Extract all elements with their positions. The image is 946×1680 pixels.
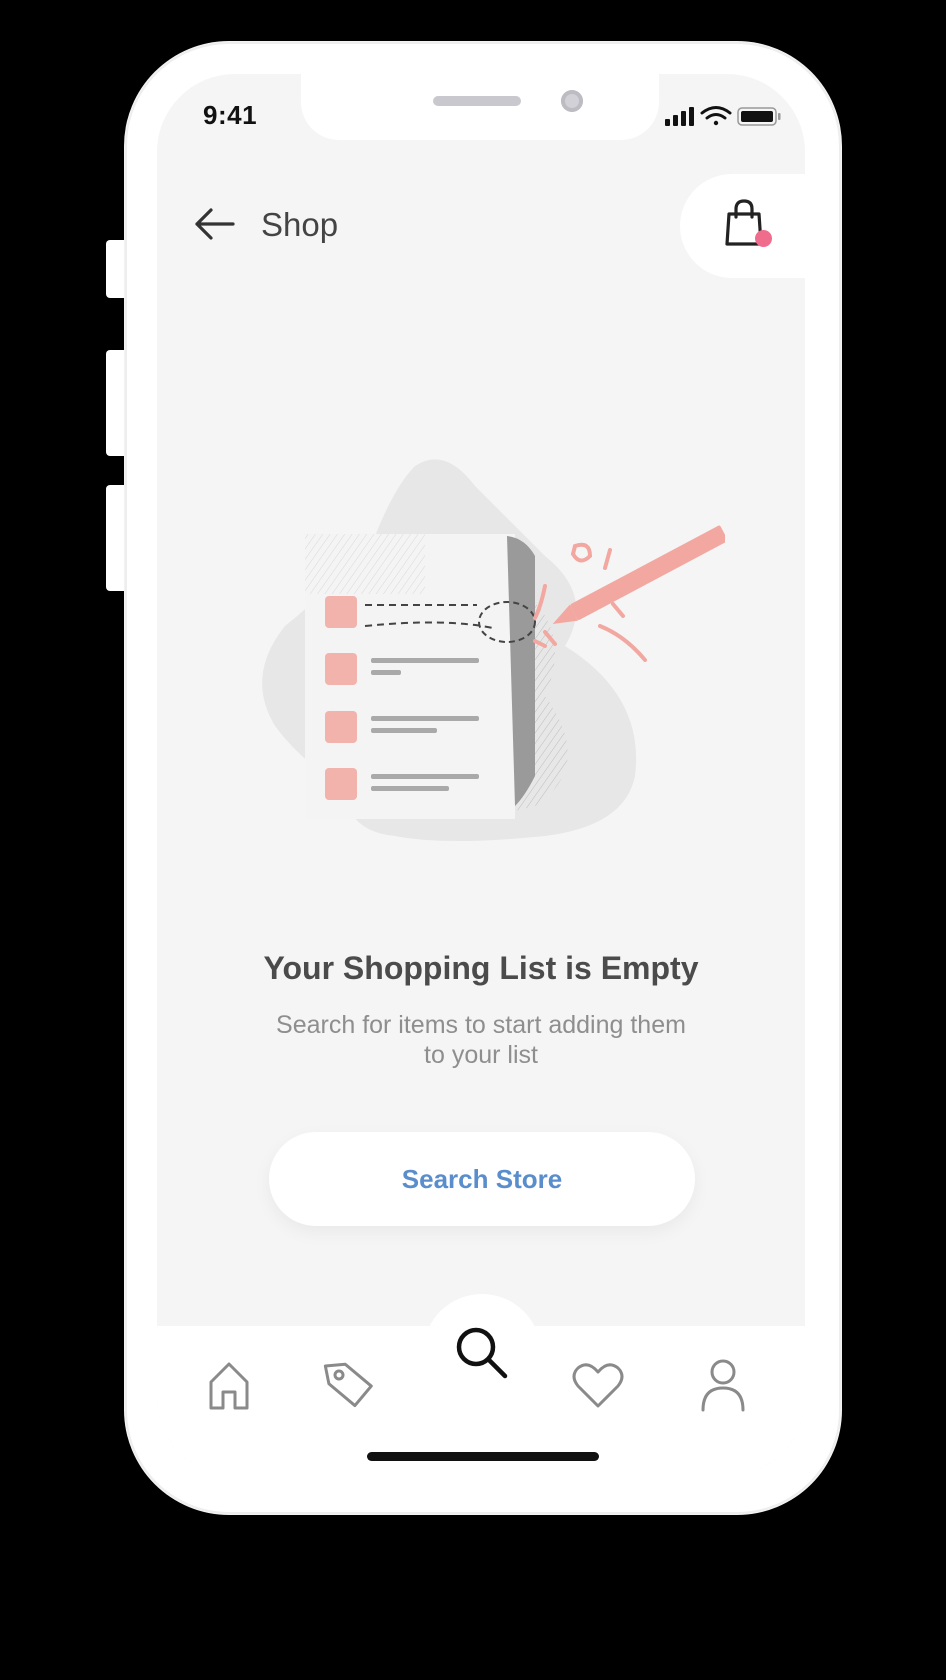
cellular-signal-icon [665, 107, 694, 126]
tab-search[interactable] [423, 1294, 541, 1412]
screen: 9:41 Shop Your Shopping List is Empty Se… [157, 74, 805, 1476]
user-icon [701, 1359, 745, 1412]
search-icon [456, 1327, 508, 1379]
shopping-list-illustration [262, 459, 725, 841]
checkbox-2 [325, 653, 357, 685]
pencil [552, 525, 725, 624]
home-indicator[interactable] [367, 1452, 599, 1461]
checkbox-1 [325, 596, 357, 628]
front-camera [561, 90, 583, 112]
tab-home[interactable] [199, 1354, 259, 1414]
empty-state-subtext: Search for items to start adding them to… [276, 1011, 686, 1069]
status-icons [665, 106, 781, 126]
checkbox-4 [325, 768, 357, 800]
page-title: Shop [261, 206, 339, 243]
tag-icon [323, 1362, 373, 1408]
checkbox-3 [325, 711, 357, 743]
status-time: 9:41 [203, 100, 258, 130]
phone-frame: 9:41 Shop Your Shopping List is Empty Se… [125, 42, 841, 1514]
tab-deals[interactable] [319, 1354, 379, 1414]
empty-state-heading: Your Shopping List is Empty [263, 950, 699, 986]
wifi-icon [700, 106, 732, 126]
cart-badge [755, 230, 772, 247]
tab-favorites[interactable] [568, 1354, 628, 1414]
heart-icon [572, 1363, 624, 1408]
search-store-button[interactable]: Search Store [269, 1132, 695, 1226]
sparkle-circle [570, 542, 593, 563]
top-bar: Shop [157, 174, 805, 290]
battery-icon [737, 107, 781, 126]
paper-hatch [305, 534, 425, 594]
notch [301, 74, 659, 140]
home-icon [209, 1362, 249, 1410]
arrow-left-icon[interactable] [193, 202, 237, 246]
speaker [433, 96, 521, 106]
cart-button[interactable] [680, 174, 805, 278]
tab-profile[interactable] [693, 1354, 753, 1414]
